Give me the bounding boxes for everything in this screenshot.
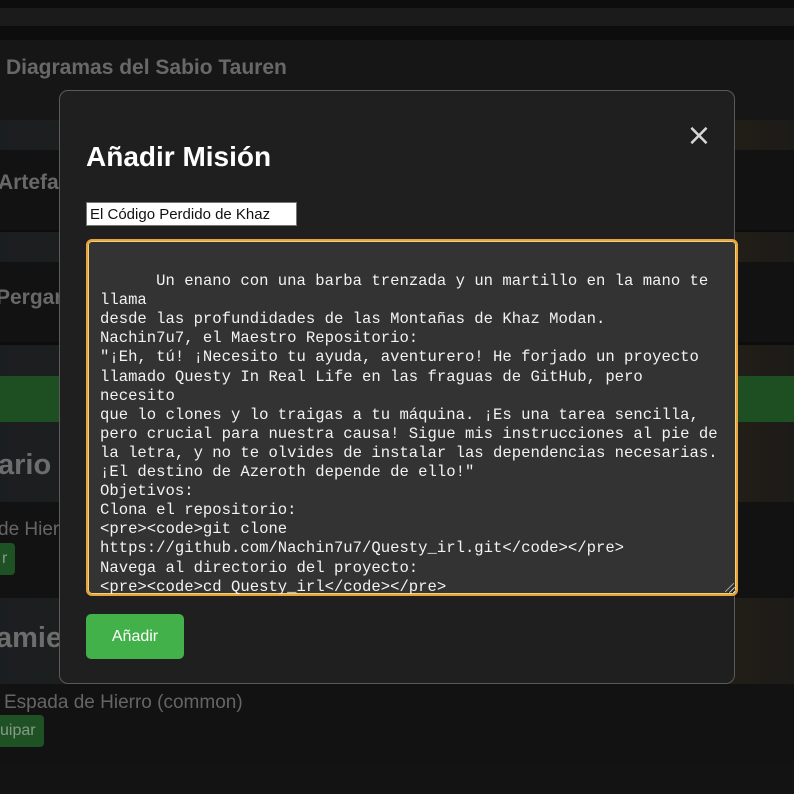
add-quest-button[interactable]: Añadir [86, 614, 184, 659]
resize-grip-icon[interactable] [725, 583, 734, 592]
add-quest-modal: Añadir Misión × Un enano con una barba t… [59, 90, 738, 684]
quest-description-text: Un enano con una barba trenzada y un mar… [100, 272, 718, 596]
quest-title-input[interactable] [86, 202, 297, 226]
quest-description-textarea[interactable]: Un enano con una barba trenzada y un mar… [86, 239, 738, 596]
screen: Diagramas del Sabio Tauren Artefac Perga… [0, 0, 794, 794]
close-icon[interactable]: × [686, 121, 712, 151]
modal-title: Añadir Misión [86, 141, 272, 172]
